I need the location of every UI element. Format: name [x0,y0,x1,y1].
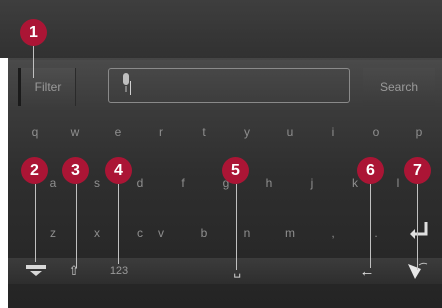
key-b[interactable]: b [189,226,219,240]
key-o[interactable]: o [361,125,391,139]
key-q[interactable]: q [20,125,50,139]
callout-line-5 [236,184,237,270]
numbers-key[interactable]: 123 [104,262,134,280]
callout-badge-2: 2 [21,157,48,184]
key-period[interactable]: . [361,226,391,240]
key-u[interactable]: u [275,125,305,139]
key-j[interactable]: j [297,176,327,190]
enter-icon[interactable] [406,218,432,244]
shift-key[interactable]: ⇧ [62,262,86,280]
callout-badge-1: 1 [20,19,47,46]
callout-badge-4: 4 [105,157,132,184]
search-button[interactable]: Search [363,68,435,106]
callout-line-2 [35,184,36,262]
callout-badge-3: 3 [62,157,89,184]
infotainment-screen: Filter Search q w e r t y u i o p a s d … [0,0,442,308]
microphone-icon [123,73,131,95]
top-bar [0,0,442,58]
hide-keyboard-icon [26,265,46,276]
callout-line-6 [370,184,371,268]
hide-keyboard-button[interactable] [22,262,50,280]
callout-badge-5: 5 [222,157,249,184]
key-w[interactable]: w [60,125,90,139]
key-e[interactable]: e [103,125,133,139]
callout-line-3 [76,184,77,268]
key-f[interactable]: f [168,176,198,190]
key-p[interactable]: p [404,125,434,139]
key-t[interactable]: t [189,125,219,139]
space-key[interactable]: ␣ [224,262,250,280]
callout-badge-6: 6 [357,157,384,184]
key-x[interactable]: x [82,226,112,240]
key-z[interactable]: z [38,226,68,240]
key-h[interactable]: h [254,176,284,190]
search-input[interactable] [108,68,350,103]
key-v[interactable]: v [146,226,176,240]
key-r[interactable]: r [146,125,176,139]
callout-line-7 [417,184,418,270]
key-comma[interactable]: , [318,226,348,240]
filter-button[interactable]: Filter [18,68,76,106]
key-i[interactable]: i [318,125,348,139]
callout-line-4 [118,184,119,264]
callout-badge-7: 7 [404,157,431,184]
backspace-key[interactable]: ← [354,262,380,280]
key-m[interactable]: m [275,226,305,240]
key-y[interactable]: y [232,125,262,139]
